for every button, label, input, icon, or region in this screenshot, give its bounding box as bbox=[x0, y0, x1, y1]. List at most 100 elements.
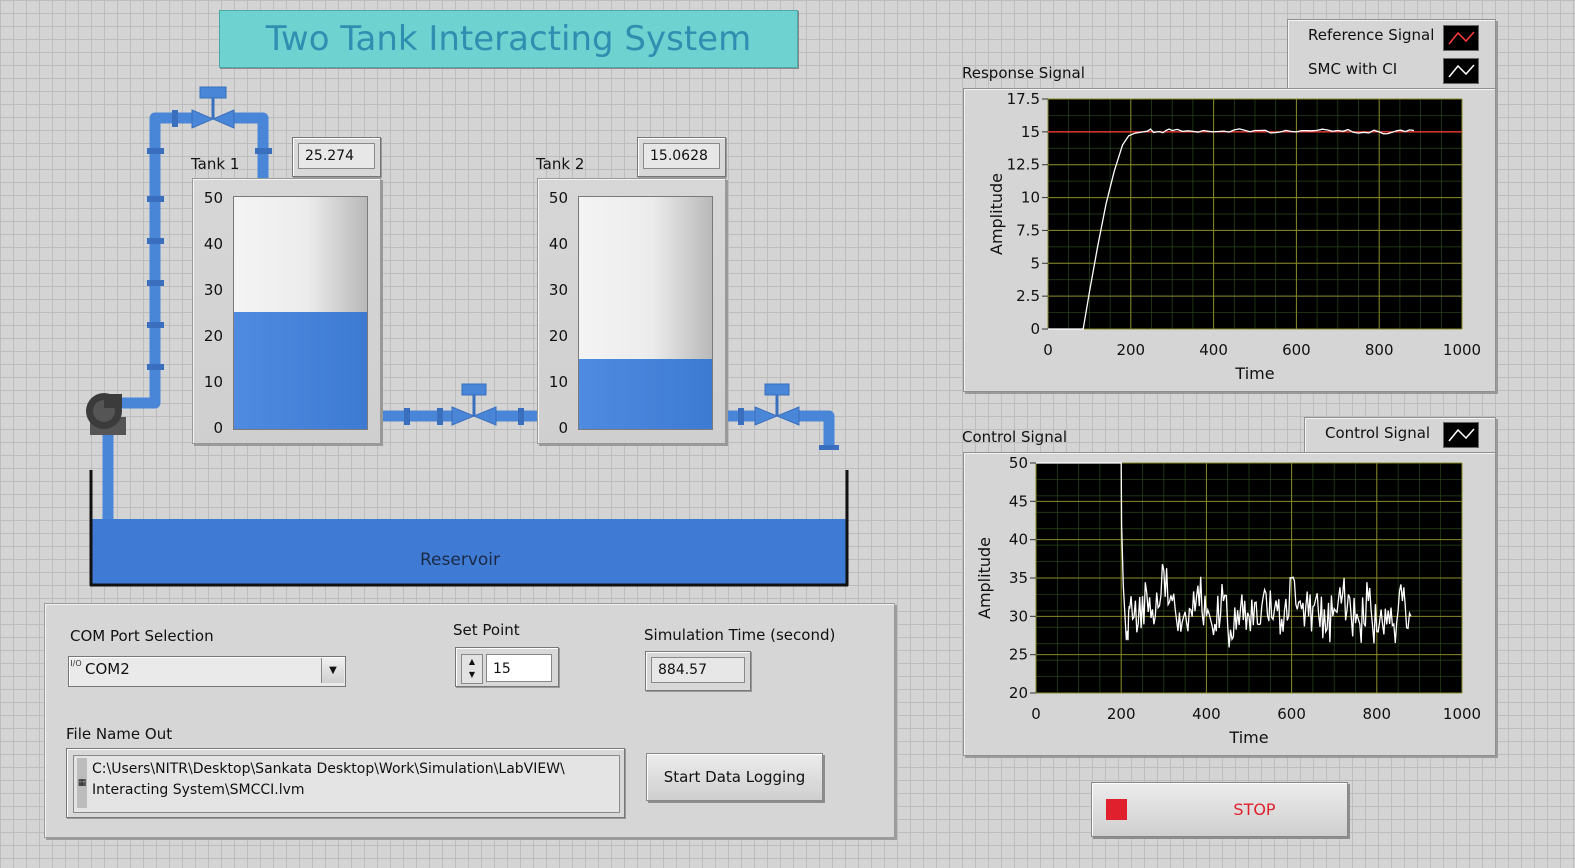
tank2-scale-10: 10 bbox=[548, 373, 568, 391]
y-tick-label: 45 bbox=[1009, 492, 1028, 510]
tank1-scale-0: 0 bbox=[213, 419, 223, 437]
stop-button[interactable]: STOP bbox=[1091, 782, 1348, 837]
tank2-level-value: 15.0628 bbox=[643, 143, 720, 169]
y-tick-label: 40 bbox=[1009, 531, 1028, 549]
tank2-scale-30: 30 bbox=[548, 281, 568, 299]
x-tick-label: 800 bbox=[1365, 341, 1394, 359]
reservoir-label: Reservoir bbox=[420, 550, 500, 570]
response-legend[interactable]: Reference Signal SMC with CI bbox=[1287, 19, 1496, 89]
stop-label: STOP bbox=[1233, 800, 1276, 819]
file-name-label: File Name Out bbox=[66, 725, 173, 743]
y-tick-label: 35 bbox=[1009, 569, 1028, 587]
legend-reference-line-icon bbox=[1448, 31, 1475, 45]
legend-smc-label: SMC with CI bbox=[1308, 60, 1398, 78]
x-tick-label: 200 bbox=[1116, 341, 1145, 359]
file-path-field[interactable]: ▦ C:\Users\NITR\Desktop\Sankata Desktop\… bbox=[73, 755, 620, 813]
file-path-line1: C:\Users\NITR\Desktop\Sankata Desktop\Wo… bbox=[92, 761, 565, 777]
set-point-input[interactable]: 15 bbox=[486, 654, 552, 682]
y-tick-label: 0 bbox=[1030, 320, 1040, 338]
tank1-scale-50: 50 bbox=[203, 189, 223, 207]
file-path-control: ▦ C:\Users\NITR\Desktop\Sankata Desktop\… bbox=[66, 748, 625, 818]
x-tick-label: 400 bbox=[1192, 705, 1221, 723]
legend-control-label: Control Signal bbox=[1325, 424, 1431, 442]
tank2-frame: 50 40 30 20 10 0 bbox=[537, 178, 726, 444]
legend-reference-label: Reference Signal bbox=[1308, 26, 1435, 44]
y-tick-label: 2.5 bbox=[1016, 287, 1040, 305]
response-graph-caption: Response Signal bbox=[962, 64, 1085, 82]
y-tick-label: 12.5 bbox=[1007, 156, 1040, 174]
set-point-control: ▲ ▼ 15 bbox=[455, 647, 559, 687]
set-point-stepper[interactable]: ▲ ▼ bbox=[461, 654, 483, 684]
y-tick-label: 17.5 bbox=[1007, 90, 1040, 108]
tank1-scale-20: 20 bbox=[203, 327, 223, 345]
legend-control-swatch[interactable] bbox=[1443, 422, 1479, 448]
tank1-glass bbox=[233, 196, 368, 430]
control-legend[interactable]: Control Signal bbox=[1304, 417, 1496, 453]
tank1-frame: 50 40 30 20 10 0 bbox=[192, 178, 381, 444]
y-tick-label: 50 bbox=[1009, 454, 1028, 472]
y-tick-label: 20 bbox=[1009, 684, 1028, 702]
y-tick-label: 30 bbox=[1009, 607, 1028, 625]
control-graph-frame: 0 200 400 600 800 1000 20 25 30 35 40 45 50 Time Ampli… bbox=[963, 452, 1496, 756]
tank2-scale-50: 50 bbox=[548, 189, 568, 207]
control-graph-caption: Control Signal bbox=[962, 428, 1068, 446]
x-tick-label: 0 bbox=[1031, 705, 1041, 723]
y-tick-label: 5 bbox=[1030, 254, 1040, 272]
path-icon: ▦ bbox=[77, 758, 87, 808]
tank2-scale-20: 20 bbox=[548, 327, 568, 345]
outlet-valve-icon[interactable] bbox=[754, 383, 800, 426]
tank1-scale-30: 30 bbox=[203, 281, 223, 299]
outlet-pipe bbox=[711, 410, 835, 448]
x-tick-label: 600 bbox=[1277, 705, 1306, 723]
y-tick-label: 15 bbox=[1021, 123, 1040, 141]
com-port-value: COM2 bbox=[85, 660, 130, 678]
tank2-scale-0: 0 bbox=[558, 419, 568, 437]
control-graph[interactable]: 0 200 400 600 800 1000 20 25 30 35 40 45 50 Time Ampli… bbox=[964, 453, 1495, 755]
y-tick-label: 10 bbox=[1021, 189, 1040, 207]
x-tick-label: 400 bbox=[1199, 341, 1228, 359]
sim-time-label: Simulation Time (second) bbox=[644, 626, 836, 644]
file-path-line2: Interacting System\SMCCI.lvm bbox=[92, 782, 305, 798]
com-port-label: COM Port Selection bbox=[70, 627, 214, 645]
x-tick-label: 800 bbox=[1362, 705, 1391, 723]
inlet-valve-icon[interactable] bbox=[191, 86, 235, 129]
x-tick-label: 0 bbox=[1043, 341, 1053, 359]
y-tick-label: 25 bbox=[1009, 646, 1028, 664]
start-data-logging-button[interactable]: Start Data Logging bbox=[646, 753, 823, 801]
tank1-level-indicator: 25.274 bbox=[292, 137, 381, 177]
x-axis-label: Time bbox=[1234, 364, 1274, 383]
legend-smc-swatch[interactable] bbox=[1443, 58, 1479, 84]
set-point-label: Set Point bbox=[453, 621, 520, 639]
response-graph[interactable]: 0 200 400 600 800 1000 0 2.5 5 7.5 10 12.5 15 17.5 Tim… bbox=[964, 89, 1495, 391]
y-tick-label: 7.5 bbox=[1016, 221, 1040, 239]
legend-smc-line-icon bbox=[1448, 64, 1475, 78]
com-port-select[interactable]: I/O COM2 ▼ bbox=[68, 656, 346, 687]
tank2-water-fill bbox=[579, 359, 712, 429]
tank1-scale-40: 40 bbox=[203, 235, 223, 253]
x-tick-label: 200 bbox=[1107, 705, 1136, 723]
tank2-glass bbox=[578, 196, 713, 430]
legend-reference-swatch[interactable] bbox=[1443, 25, 1479, 51]
y-axis-label: Amplitude bbox=[987, 173, 1006, 255]
tank2-label: Tank 2 bbox=[536, 155, 585, 173]
tank1-water-fill bbox=[234, 311, 367, 429]
tank1-label: Tank 1 bbox=[191, 155, 240, 173]
tank1-scale-10: 10 bbox=[203, 373, 223, 391]
legend-control-line-icon bbox=[1448, 428, 1475, 442]
tank1-level-value: 25.274 bbox=[298, 143, 375, 169]
sim-time-value: 884.57 bbox=[651, 657, 745, 683]
dropdown-arrow-icon[interactable]: ▼ bbox=[321, 658, 344, 683]
y-axis-label: Amplitude bbox=[975, 537, 994, 619]
x-tick-label: 1000 bbox=[1443, 705, 1481, 723]
tank2-scale-40: 40 bbox=[548, 235, 568, 253]
x-tick-label: 600 bbox=[1282, 341, 1311, 359]
pump-icon[interactable] bbox=[86, 393, 126, 435]
process-diagram bbox=[86, 86, 849, 587]
tank2-level-indicator: 15.0628 bbox=[637, 137, 726, 177]
x-axis-label: Time bbox=[1228, 728, 1268, 747]
io-prefix-icon: I/O bbox=[70, 659, 82, 668]
response-graph-frame: 0 200 400 600 800 1000 0 2.5 5 7.5 10 12.5 15 17.5 Tim… bbox=[963, 88, 1496, 392]
connecting-valve-icon[interactable] bbox=[451, 383, 497, 426]
x-tick-label: 1000 bbox=[1443, 341, 1481, 359]
sim-time-indicator: 884.57 bbox=[645, 651, 751, 691]
